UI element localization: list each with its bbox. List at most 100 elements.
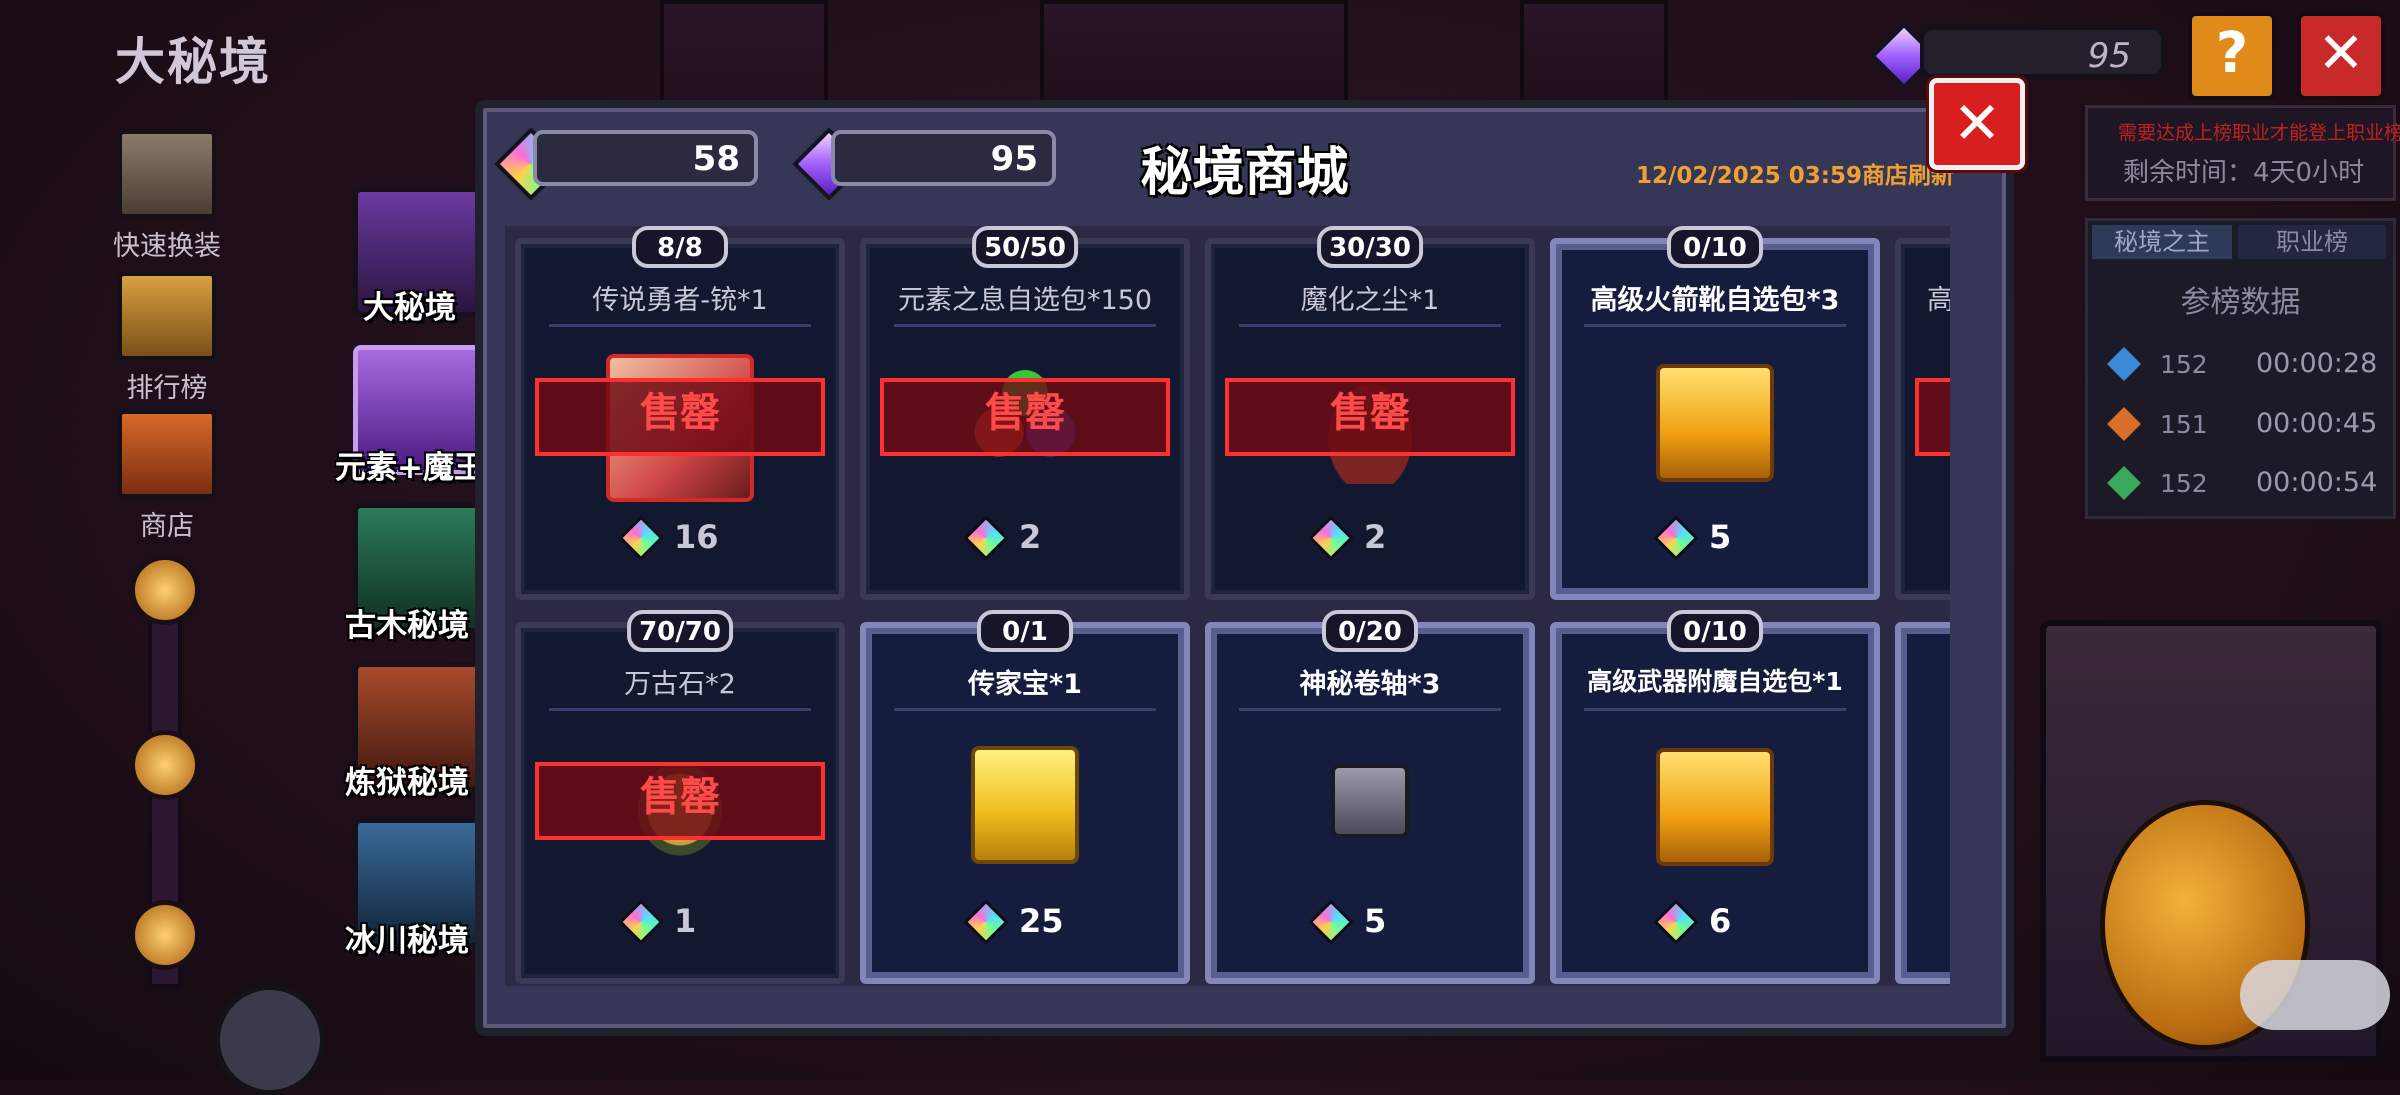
rainbow-gem-icon	[963, 899, 1009, 945]
price-value: 2	[1364, 518, 1387, 556]
row-level: 151	[2160, 410, 2208, 439]
item-name: 传家宝*1	[968, 669, 1082, 700]
row-time: 00:00:28	[2256, 348, 2378, 379]
help-button[interactable]: ?	[2188, 12, 2276, 100]
currency-purple-crystal: 95	[831, 130, 1056, 186]
rainbow-gem-icon	[1653, 899, 1699, 945]
background-cloud	[2240, 960, 2390, 1030]
price-value: 16	[674, 518, 719, 556]
location-pin-button[interactable]	[215, 985, 325, 1095]
row-time: 00:00:54	[2256, 467, 2378, 498]
card-divider	[549, 324, 811, 327]
shop-refresh-time: 12/02/2025 03:59商店刷新	[1635, 163, 1954, 189]
heirloom-chest-icon	[971, 746, 1079, 864]
row-level: 152	[2160, 350, 2208, 379]
leaderboard-panel: 秘境之主 职业榜 参榜数据 152 00:00:28 151 00:00:45 …	[2085, 218, 2396, 519]
remaining-time: 剩余时间：4天0小时	[2123, 158, 2365, 188]
track-node-1[interactable]	[130, 555, 200, 625]
quick-swap-label: 快速换装	[113, 231, 221, 262]
item-price: 16	[521, 514, 839, 561]
shop-icon	[118, 410, 216, 498]
item-price: 2	[866, 514, 1184, 561]
shop-item-card[interactable]: 50/50 元素之息自选包*150 售罄 2	[860, 226, 1190, 600]
row-level: 152	[2160, 469, 2208, 498]
shop-label: 商店	[140, 511, 194, 542]
card-divider	[1584, 708, 1846, 711]
top-currency-display: 95	[1920, 26, 2165, 78]
shop-dialog: 58 95 秘境商城 12/02/2025 03:59商店刷新 8/8 传说勇者…	[475, 100, 2014, 1036]
sold-out-label: 售罄	[535, 762, 825, 840]
shop-item-card[interactable]: 30/30 魔化之尘*1 售罄 2	[1205, 226, 1535, 600]
rainbow-gem-icon	[618, 899, 664, 945]
stock-count: 30/30	[1317, 226, 1423, 268]
helmet-swap-icon	[118, 130, 216, 218]
map-label-element-demon[interactable]: 元素+魔王	[335, 442, 485, 487]
item-name: 魔化之尘*1	[1300, 285, 1440, 316]
shop-close-button[interactable]: ✕	[1929, 78, 2025, 170]
green-crystal-icon	[2107, 466, 2141, 500]
rainbow-gem-icon	[1308, 515, 1354, 561]
item-name: 高级武器附魔自选包*1	[1587, 667, 1843, 696]
card-divider	[1239, 708, 1501, 711]
price-value: 6	[1709, 902, 1732, 940]
leaderboard-subtitle: 参榜数据	[2180, 285, 2301, 320]
map-label-ancient-wood[interactable]: 古木秘境	[345, 600, 469, 645]
shop-item-card-partial[interactable]	[1895, 622, 1950, 984]
shop-item-card[interactable]: 0/10 高级火箭靴自选包*3 5	[1550, 226, 1880, 600]
stock-count: 0/10	[1667, 226, 1763, 268]
sold-out-label: 售罄	[1225, 378, 1515, 456]
leaderboard-row: 152 00:00:28	[2106, 346, 2386, 386]
item-name: 高级火箭靴自选包*3	[1590, 285, 1840, 316]
currency-rainbow-gem: 58	[533, 130, 758, 186]
card-divider	[894, 708, 1156, 711]
shop-item-card[interactable]: 0/1 传家宝*1 25	[860, 610, 1190, 984]
shop-item-card-partial[interactable]: 高	[1895, 238, 1950, 600]
item-price: 5	[1556, 514, 1874, 561]
card-divider	[894, 324, 1156, 327]
item-name: 万古石*2	[624, 669, 736, 700]
sold-out-label: 售罄	[535, 378, 825, 456]
quick-swap-button[interactable]: 快速换装	[107, 130, 227, 263]
shop-item-grid[interactable]: 8/8 传说勇者-铳*1 售罄 16 50/50 元素之息自选包*150 售罄 …	[505, 226, 1950, 986]
leaderboard-row: 152 00:00:54	[2106, 465, 2386, 505]
map-label-great-realm[interactable]: 大秘境	[363, 282, 456, 327]
stock-count: 0/20	[1322, 610, 1418, 652]
fire-crystal-icon	[2107, 407, 2141, 441]
item-price: 6	[1556, 898, 1874, 945]
shop-item-card[interactable]: 0/10 高级武器附魔自选包*1 6	[1550, 610, 1880, 984]
map-label-purgatory[interactable]: 炼狱秘境	[345, 757, 469, 802]
leaderboard-button[interactable]: 排行榜	[107, 272, 227, 405]
leaderboard-label: 排行榜	[126, 373, 208, 404]
map-label-glacier[interactable]: 冰川秘境	[345, 915, 469, 960]
price-value: 25	[1019, 902, 1064, 940]
info-panel: 需要达成上榜职业才能登上职业榜 剩余时间：4天0小时	[2085, 105, 2400, 201]
blue-crystal-icon	[2107, 347, 2141, 381]
item-price: 5	[1211, 898, 1529, 945]
shop-item-card[interactable]: 0/20 神秘卷轴*3 5	[1205, 610, 1535, 984]
row-time: 00:00:45	[2256, 408, 2378, 439]
item-price: 2	[1211, 514, 1529, 561]
mystery-scroll-icon	[1331, 764, 1409, 838]
rainbow-gem-icon	[1653, 515, 1699, 561]
rainbow-gem-icon	[1308, 899, 1354, 945]
top-close-button[interactable]: ✕	[2297, 12, 2385, 100]
shop-button[interactable]: 商店	[107, 410, 227, 543]
item-name: 元素之息自选包*150	[897, 285, 1153, 316]
shop-dialog-header: 58 95 秘境商城 12/02/2025 03:59商店刷新	[483, 108, 2006, 203]
sold-out-label: 售罄	[880, 378, 1170, 456]
item-price: 1	[521, 898, 839, 945]
shop-item-card[interactable]: 8/8 传说勇者-铳*1 售罄 16	[515, 226, 845, 600]
stock-count: 0/1	[977, 610, 1073, 652]
item-name: 传说勇者-铳*1	[592, 285, 768, 316]
card-divider	[1584, 324, 1846, 327]
card-divider	[1239, 324, 1501, 327]
shop-item-card[interactable]: 70/70 万古石*2 售罄 1	[515, 610, 845, 984]
track-node-2[interactable]	[130, 730, 200, 800]
tab-realm-master[interactable]: 秘境之主	[2092, 225, 2232, 259]
price-value: 5	[1709, 518, 1732, 556]
track-node-3[interactable]	[130, 900, 200, 970]
page-title: 大秘境	[115, 33, 271, 91]
rainbow-gem-icon	[963, 515, 1009, 561]
warning-text: 需要达成上榜职业才能登上职业榜	[2118, 122, 2400, 144]
tab-class-ranking[interactable]: 职业榜	[2238, 225, 2386, 259]
